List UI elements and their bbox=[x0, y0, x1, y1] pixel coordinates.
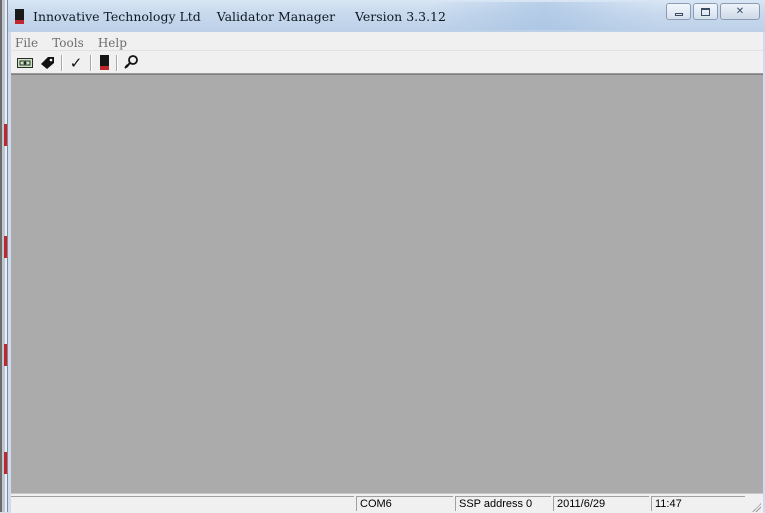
checkmark-icon[interactable]: ✓ bbox=[67, 54, 85, 72]
close-button[interactable]: ✕ bbox=[720, 3, 760, 20]
toolbar-separator bbox=[61, 55, 63, 71]
menu-file[interactable]: File bbox=[11, 34, 43, 52]
search-key-icon[interactable] bbox=[122, 55, 140, 70]
minimize-button[interactable] bbox=[666, 3, 691, 20]
toolbar-separator bbox=[90, 55, 92, 71]
app-icon[interactable] bbox=[15, 9, 24, 24]
close-icon: ✕ bbox=[735, 6, 745, 17]
menu-help[interactable]: Help bbox=[94, 34, 132, 52]
status-pane-message bbox=[11, 496, 354, 511]
status-bar: COM6 SSP address 0 2011/6/29 11:47 bbox=[11, 493, 763, 513]
caption-buttons: ✕ bbox=[664, 3, 760, 20]
window-title: Innovative Technology Ltd Validator Mana… bbox=[33, 9, 446, 24]
menu-tools[interactable]: Tools bbox=[48, 34, 89, 52]
tag-icon[interactable] bbox=[38, 55, 56, 70]
validator-manager-window: Innovative Technology Ltd Validator Mana… bbox=[7, 0, 765, 513]
menu-bar: File Tools Help bbox=[11, 32, 763, 51]
status-pane-port: COM6 bbox=[356, 496, 453, 511]
title-bar[interactable]: Innovative Technology Ltd Validator Mana… bbox=[8, 0, 765, 32]
status-pane-time: 11:47 bbox=[651, 496, 745, 511]
mdi-client-area[interactable] bbox=[11, 74, 763, 493]
maximize-icon bbox=[701, 7, 710, 16]
minimize-icon bbox=[674, 12, 683, 16]
validator-device-icon[interactable] bbox=[97, 55, 111, 70]
status-pane-date: 2011/6/29 bbox=[553, 496, 649, 511]
status-pane-ssp-address: SSP address 0 bbox=[455, 496, 551, 511]
banknote-icon[interactable] bbox=[16, 55, 34, 70]
toolbar: ✓ bbox=[11, 51, 763, 74]
resize-grip-icon[interactable] bbox=[751, 502, 761, 512]
title-bar-glow bbox=[428, 2, 658, 30]
toolbar-separator bbox=[116, 55, 118, 71]
maximize-button[interactable] bbox=[693, 3, 718, 20]
